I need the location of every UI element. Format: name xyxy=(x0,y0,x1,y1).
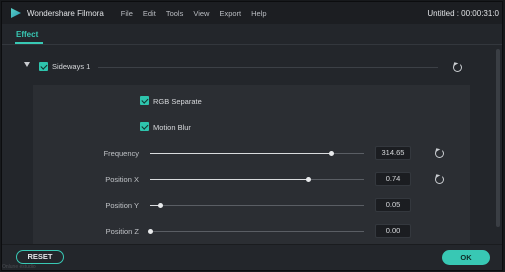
menu-file[interactable]: File xyxy=(121,9,133,18)
frequency-label: Frequency xyxy=(103,149,139,158)
position-y-label: Position Y xyxy=(105,201,139,210)
ok-button[interactable]: OK xyxy=(442,250,490,265)
rgb-separate-label: RGB Separate xyxy=(153,97,202,106)
position-x-slider-thumb[interactable] xyxy=(305,177,311,182)
menu-bar: File Edit Tools View Export Help xyxy=(121,9,267,18)
position-x-value-input[interactable]: 0.74 xyxy=(375,172,411,186)
menu-tools[interactable]: Tools xyxy=(166,9,184,18)
reset-button[interactable]: RESET xyxy=(16,250,64,264)
tab-bar: Effect xyxy=(2,24,502,45)
tab-active-indicator xyxy=(15,42,43,44)
frequency-value-input[interactable]: 314.65 xyxy=(375,146,411,160)
rgb-separate-checkbox[interactable] xyxy=(140,96,149,105)
tab-effect[interactable]: Effect xyxy=(16,30,38,39)
frequency-slider-fill xyxy=(150,153,332,154)
position-x-label: Position X xyxy=(105,175,139,184)
menu-help[interactable]: Help xyxy=(251,9,266,18)
section-reset-icon[interactable] xyxy=(453,63,462,72)
motion-blur-label: Motion Blur xyxy=(153,123,191,132)
position-z-slider-thumb[interactable] xyxy=(147,229,153,234)
menu-edit[interactable]: Edit xyxy=(143,9,156,18)
motion-blur-checkbox[interactable] xyxy=(140,122,149,131)
project-title-timecode: Untitled : 00:00:31:0 xyxy=(427,9,499,18)
position-y-value-input[interactable]: 0.05 xyxy=(375,198,411,212)
position-z-value-input[interactable]: 0.00 xyxy=(375,224,411,238)
menu-export[interactable]: Export xyxy=(219,9,241,18)
effect-section-header: Sideways 1 xyxy=(2,57,492,77)
vertical-scrollbar[interactable] xyxy=(496,49,500,227)
position-x-slider-fill xyxy=(150,179,309,180)
frequency-slider[interactable] xyxy=(150,151,364,156)
frequency-reset-icon[interactable] xyxy=(435,149,444,158)
dialog-footer: RESET OK xyxy=(2,244,502,270)
position-z-slider[interactable] xyxy=(147,229,364,234)
app-name: Wondershare Filmora xyxy=(27,8,104,18)
filmora-logo-icon xyxy=(11,8,21,18)
section-enable-checkbox[interactable] xyxy=(39,62,48,71)
section-title: Sideways 1 xyxy=(52,62,91,71)
position-z-label: Position Z xyxy=(105,227,139,236)
menu-view[interactable]: View xyxy=(193,9,209,18)
watermark-text: Onlune estudio xyxy=(2,264,36,270)
position-x-reset-icon[interactable] xyxy=(435,175,444,184)
section-divider xyxy=(98,67,438,68)
title-bar: Wondershare Filmora File Edit Tools View… xyxy=(2,2,502,24)
effect-window: Wondershare Filmora File Edit Tools View… xyxy=(1,1,503,271)
collapse-caret-icon[interactable] xyxy=(24,62,30,67)
position-x-slider[interactable] xyxy=(150,177,364,182)
effect-params-panel xyxy=(33,85,470,245)
position-y-slider[interactable] xyxy=(150,203,364,208)
